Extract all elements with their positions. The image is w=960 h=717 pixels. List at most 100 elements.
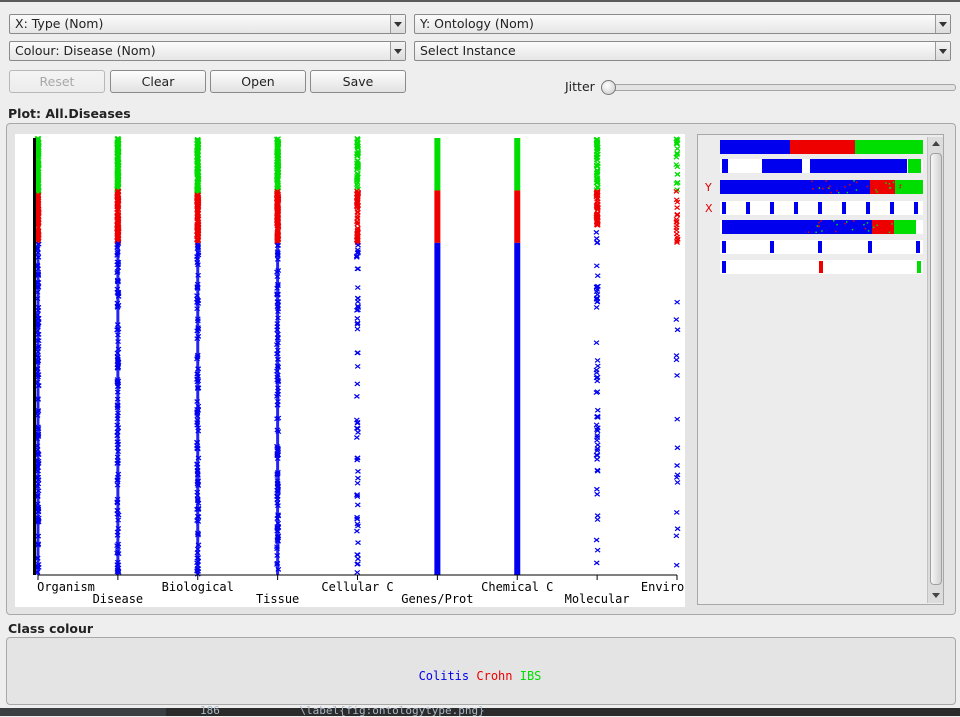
matrix-speck[interactable]: [863, 223, 865, 226]
legend-colitis[interactable]: Colitis: [419, 669, 470, 683]
matrix-speck[interactable]: [852, 220, 855, 222]
matrix-segment[interactable]: [810, 159, 907, 173]
scroll-down-icon[interactable]: [928, 589, 943, 603]
matrix-speck[interactable]: [872, 229, 874, 232]
matrix-speck[interactable]: [853, 180, 855, 182]
matrix-speck[interactable]: [877, 220, 879, 222]
scroll-up-icon[interactable]: [928, 137, 943, 151]
matrix-speck[interactable]: [867, 230, 870, 232]
matrix-speck[interactable]: [899, 184, 902, 186]
matrix-speck[interactable]: [866, 185, 869, 188]
matrix-speck[interactable]: [877, 185, 879, 187]
colour-select[interactable]: Colour: Disease (Nom): [9, 41, 406, 61]
matrix-speck[interactable]: [844, 222, 846, 225]
matrix-speck[interactable]: [815, 231, 817, 234]
matrix-mark[interactable]: [722, 202, 726, 214]
matrix-mark[interactable]: [746, 202, 750, 214]
matrix-speck[interactable]: [825, 180, 828, 182]
jitter-slider-knob[interactable]: [601, 80, 616, 95]
y-axis-select[interactable]: Y: Ontology (Nom): [414, 14, 951, 34]
matrix-segment[interactable]: [720, 140, 790, 154]
matrix-speck[interactable]: [818, 221, 820, 224]
matrix-speck[interactable]: [816, 225, 819, 227]
matrix-speck[interactable]: [836, 223, 838, 226]
jitter-slider[interactable]: [604, 84, 956, 91]
matrix-speck[interactable]: [891, 223, 893, 225]
matrix-mark[interactable]: [866, 202, 870, 214]
matrix-segment[interactable]: [722, 159, 728, 173]
matrix-speck[interactable]: [885, 182, 887, 184]
matrix-speck[interactable]: [888, 187, 891, 189]
save-button[interactable]: Save: [310, 70, 406, 93]
matrix-speck[interactable]: [837, 191, 840, 194]
chevron-down-icon[interactable]: [390, 15, 405, 33]
matrix-speck[interactable]: [822, 187, 824, 190]
clear-button[interactable]: Clear: [110, 70, 206, 93]
matrix-speck[interactable]: [888, 183, 891, 185]
matrix-speck[interactable]: [835, 230, 837, 233]
matrix-scrollbar[interactable]: [927, 137, 943, 603]
matrix-speck[interactable]: [872, 226, 875, 229]
matrix-speck[interactable]: [885, 223, 887, 226]
matrix-speck[interactable]: [851, 228, 854, 231]
matrix-speck[interactable]: [807, 231, 810, 233]
matrix-speck[interactable]: [829, 185, 831, 187]
matrix-segment[interactable]: [895, 180, 923, 194]
matrix-speck[interactable]: [888, 231, 891, 234]
matrix-speck[interactable]: [889, 227, 892, 230]
matrix-speck[interactable]: [875, 189, 877, 191]
matrix-speck[interactable]: [836, 189, 838, 192]
matrix-mark[interactable]: [914, 202, 918, 214]
matrix-speck[interactable]: [812, 188, 814, 190]
matrix-speck[interactable]: [866, 222, 869, 224]
matrix-mark[interactable]: [819, 261, 823, 273]
matrix-mark[interactable]: [722, 261, 726, 273]
matrix-speck[interactable]: [844, 185, 846, 188]
matrix-speck[interactable]: [818, 225, 820, 228]
matrix-speck[interactable]: [833, 220, 835, 222]
matrix-mark[interactable]: [818, 241, 822, 253]
matrix-speck[interactable]: [849, 184, 851, 186]
matrix-segment[interactable]: [908, 159, 921, 173]
matrix-speck[interactable]: [827, 187, 829, 189]
matrix-speck[interactable]: [876, 224, 878, 227]
matrix-segment[interactable]: [855, 140, 923, 154]
matrix-speck[interactable]: [846, 191, 849, 194]
reset-button[interactable]: Reset: [9, 70, 105, 93]
matrix-mark[interactable]: [917, 261, 921, 273]
matrix-segment[interactable]: [870, 180, 895, 194]
chevron-down-icon[interactable]: [935, 42, 950, 60]
legend-ibs[interactable]: IBS: [520, 669, 542, 683]
matrix-segment[interactable]: [762, 159, 802, 173]
matrix-speck[interactable]: [821, 230, 823, 232]
matrix-speck[interactable]: [855, 189, 858, 191]
chevron-down-icon[interactable]: [390, 42, 405, 60]
open-button[interactable]: Open: [210, 70, 306, 93]
matrix-speck[interactable]: [811, 180, 813, 183]
matrix-speck[interactable]: [845, 221, 848, 223]
matrix-speck[interactable]: [855, 181, 858, 184]
matrix-speck[interactable]: [892, 181, 895, 184]
matrix-speck[interactable]: [820, 220, 823, 222]
legend-crohn[interactable]: Crohn: [476, 669, 512, 683]
matrix-speck[interactable]: [899, 186, 901, 189]
matrix-speck[interactable]: [884, 180, 887, 183]
matrix-mark[interactable]: [868, 241, 872, 253]
matrix-speck[interactable]: [864, 227, 867, 230]
scatter-plot[interactable]: Organism Disease Biological Tissue Cellular …: [15, 134, 713, 607]
matrix-speck[interactable]: [818, 187, 821, 189]
matrix-speck[interactable]: [876, 191, 878, 193]
x-axis-select[interactable]: X: Type (Nom): [9, 14, 406, 34]
matrix-segment[interactable]: [872, 220, 894, 234]
matrix-speck[interactable]: [877, 191, 880, 194]
matrix-mark[interactable]: [890, 202, 894, 214]
matrix-segment[interactable]: [894, 220, 916, 234]
matrix-mark[interactable]: [722, 241, 726, 253]
matrix-segment[interactable]: [722, 220, 872, 234]
matrix-mark[interactable]: [770, 241, 774, 253]
matrix-mark[interactable]: [794, 202, 798, 214]
matrix-speck[interactable]: [830, 191, 832, 194]
chevron-down-icon[interactable]: [935, 15, 950, 33]
matrix-mark[interactable]: [916, 241, 920, 253]
matrix-mark[interactable]: [770, 202, 774, 214]
